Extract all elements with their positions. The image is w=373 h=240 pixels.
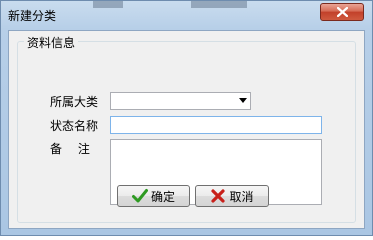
checkmark-icon <box>131 189 148 203</box>
status-name-label: 状态名称 <box>50 119 99 133</box>
window-title: 新建分类 <box>8 9 57 23</box>
category-select[interactable] <box>110 92 251 110</box>
ok-button[interactable]: 确定 <box>117 185 190 207</box>
dropdown-arrow-icon[interactable] <box>239 98 247 103</box>
cancel-button[interactable]: 取消 <box>195 185 269 207</box>
dialog-client-area: 资料信息 所属大类 状态名称 备 注 确定 取消 <box>8 30 365 229</box>
cancel-button-label: 取消 <box>229 189 254 204</box>
title-bar[interactable]: 新建分类 <box>1 1 372 27</box>
category-label: 所属大类 <box>50 95 99 109</box>
status-name-input[interactable] <box>110 116 322 134</box>
remark-label: 备 注 <box>50 142 90 156</box>
dialog-window: 新建分类 资料信息 所属大类 状态名称 备 注 确定 取消 <box>0 0 373 236</box>
ok-button-label: 确定 <box>150 189 175 204</box>
title-bar-shadow <box>191 1 247 8</box>
close-button[interactable] <box>320 3 364 21</box>
x-mark-icon <box>211 189 226 203</box>
groupbox-legend: 资料信息 <box>24 34 79 51</box>
close-icon <box>337 7 348 17</box>
title-bar-shadow <box>93 1 123 8</box>
